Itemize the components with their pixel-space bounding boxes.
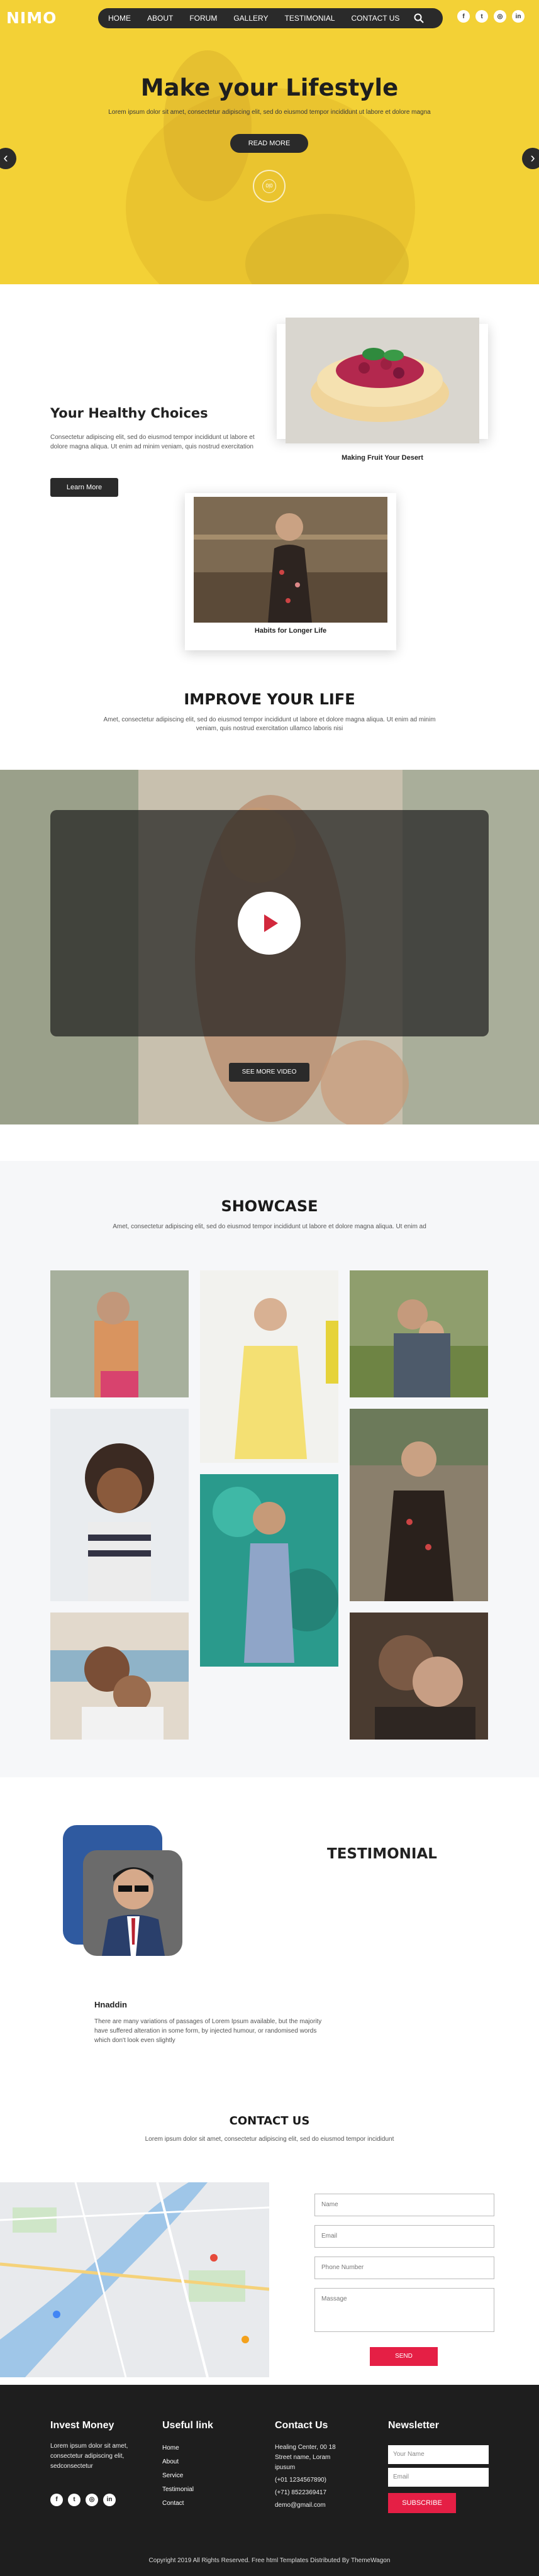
footer-phone-1: (+01 1234567890) [275, 2477, 327, 2484]
pancake-image [286, 318, 479, 443]
search-icon[interactable] [414, 13, 424, 23]
main-nav: HOME ABOUT FORUM GALLERY TESTIMONIAL CON… [98, 8, 443, 28]
chevron-right-icon[interactable]: › [522, 148, 539, 169]
contact-title: CONTACT US [229, 2114, 310, 2128]
gallery-image[interactable] [350, 1613, 488, 1740]
gallery-image[interactable] [200, 1270, 338, 1463]
nav-gallery[interactable]: GALLERY [233, 14, 268, 23]
footer-phone-2: (+71) 8522369417 [275, 2489, 327, 2496]
video-section: SEE MORE VIDEO [0, 770, 539, 1124]
gallery-image[interactable] [50, 1409, 189, 1601]
footer-address: Healing Center, 00 18 Street name, Loram… [275, 2444, 336, 2471]
email-field[interactable]: Email [314, 2225, 494, 2248]
gallery-image[interactable] [350, 1270, 488, 1397]
footer-links-title: Useful link [162, 2420, 213, 2431]
location-map[interactable] [0, 2182, 269, 2377]
gallery-image[interactable] [50, 1613, 189, 1740]
nav-contact[interactable]: CONTACT US [352, 14, 400, 23]
gallery-image[interactable] [50, 1270, 189, 1397]
linkedin-icon[interactable]: in [103, 2494, 116, 2506]
slide-indicator-label: 0|0 [262, 179, 276, 193]
footer-invest-text: Lorem ipsum dolor sit amet, consectetur … [50, 2443, 128, 2470]
play-icon[interactable] [238, 892, 301, 955]
gallery-image[interactable] [200, 1474, 338, 1667]
healthy-text: Consectetur adipiscing elit, sed do eius… [50, 434, 255, 450]
facebook-icon[interactable]: f [457, 10, 470, 23]
name-field[interactable]: Name [314, 2194, 494, 2216]
read-more-button[interactable]: READ MORE [230, 134, 308, 153]
nav-about[interactable]: ABOUT [147, 14, 173, 23]
testimonial-avatar [83, 1850, 182, 1956]
copyright: Copyright 2019 All Rights Reserved. Free… [148, 2557, 391, 2564]
facebook-icon[interactable]: f [50, 2494, 63, 2506]
footer-invest-title: Invest Money [50, 2420, 114, 2431]
send-button[interactable]: SEND [370, 2347, 438, 2366]
subscribe-button[interactable]: SUBSCRIBE [388, 2493, 456, 2513]
improve-subtitle: Amet, consectetur adipiscing elit, sed d… [103, 716, 436, 732]
contact-subtitle: Lorem ipsum dolor sit amet, consectetur … [145, 2136, 394, 2143]
header-socials: f t ◎ in [457, 10, 525, 23]
nav-testimonial[interactable]: TESTIMONIAL [285, 14, 335, 23]
instagram-icon[interactable]: ◎ [494, 10, 506, 23]
linkedin-icon[interactable]: in [512, 10, 525, 23]
hero-section: NIMO HOME ABOUT FORUM GALLERY TESTIMONIA… [0, 0, 539, 284]
twitter-icon[interactable]: t [68, 2494, 81, 2506]
twitter-icon[interactable]: t [475, 10, 488, 23]
testimonial-title: TESTIMONIAL [327, 1846, 437, 1862]
slide-indicator: 0|0 [253, 170, 286, 203]
showcase-title: SHOWCASE [221, 1197, 318, 1215]
footer-email: demo@gmail.com [275, 2502, 326, 2509]
testimonial-text: There are many variations of passages of… [94, 2018, 322, 2044]
gallery-image[interactable] [350, 1409, 488, 1601]
footer-newsletter-title: Newsletter [388, 2420, 439, 2431]
footer-link-about[interactable]: About [162, 2455, 194, 2469]
hero-subtitle: Lorem ipsum dolor sit amet, consectetur … [108, 109, 431, 116]
woman-image [194, 497, 387, 623]
footer-socials: f t ◎ in [50, 2494, 116, 2506]
footer-link-home[interactable]: Home [162, 2441, 194, 2455]
see-more-video-button[interactable]: SEE MORE VIDEO [229, 1063, 309, 1082]
learn-more-button[interactable]: Learn More [50, 478, 118, 497]
phone-field[interactable]: Phone Number [314, 2257, 494, 2279]
newsletter-email-input[interactable]: Email [388, 2468, 489, 2487]
card-caption: Making Fruit Your Desert [342, 454, 423, 462]
footer-link-contact[interactable]: Contact [162, 2497, 194, 2511]
nav-forum[interactable]: FORUM [189, 14, 217, 23]
card-fruit-dessert[interactable]: Making Fruit Your Desert [277, 318, 488, 462]
brand-logo[interactable]: NIMO [6, 9, 57, 27]
message-field[interactable]: Massage [314, 2288, 494, 2332]
hero-title: Make your Lifestyle [140, 74, 399, 101]
showcase-subtitle: Amet, consectetur adipiscing elit, sed d… [113, 1223, 426, 1230]
improve-title: IMPROVE YOUR LIFE [184, 691, 355, 708]
footer-contact-title: Contact Us [275, 2420, 328, 2431]
healthy-title: Your Healthy Choices [50, 406, 208, 421]
instagram-icon[interactable]: ◎ [86, 2494, 98, 2506]
footer-link-service[interactable]: Service [162, 2469, 194, 2483]
newsletter-name-input[interactable]: Your Name [388, 2445, 489, 2464]
video-player[interactable] [50, 810, 489, 1036]
card-longer-life[interactable]: Habits for Longer Life [185, 493, 396, 650]
footer-link-testimonial[interactable]: Testimonial [162, 2483, 194, 2497]
testimonial-name: Hnaddin [94, 2000, 127, 2009]
card-caption: Habits for Longer Life [254, 627, 327, 635]
footer-links: Home About Service Testimonial Contact [162, 2441, 194, 2511]
nav-home[interactable]: HOME [108, 14, 131, 23]
